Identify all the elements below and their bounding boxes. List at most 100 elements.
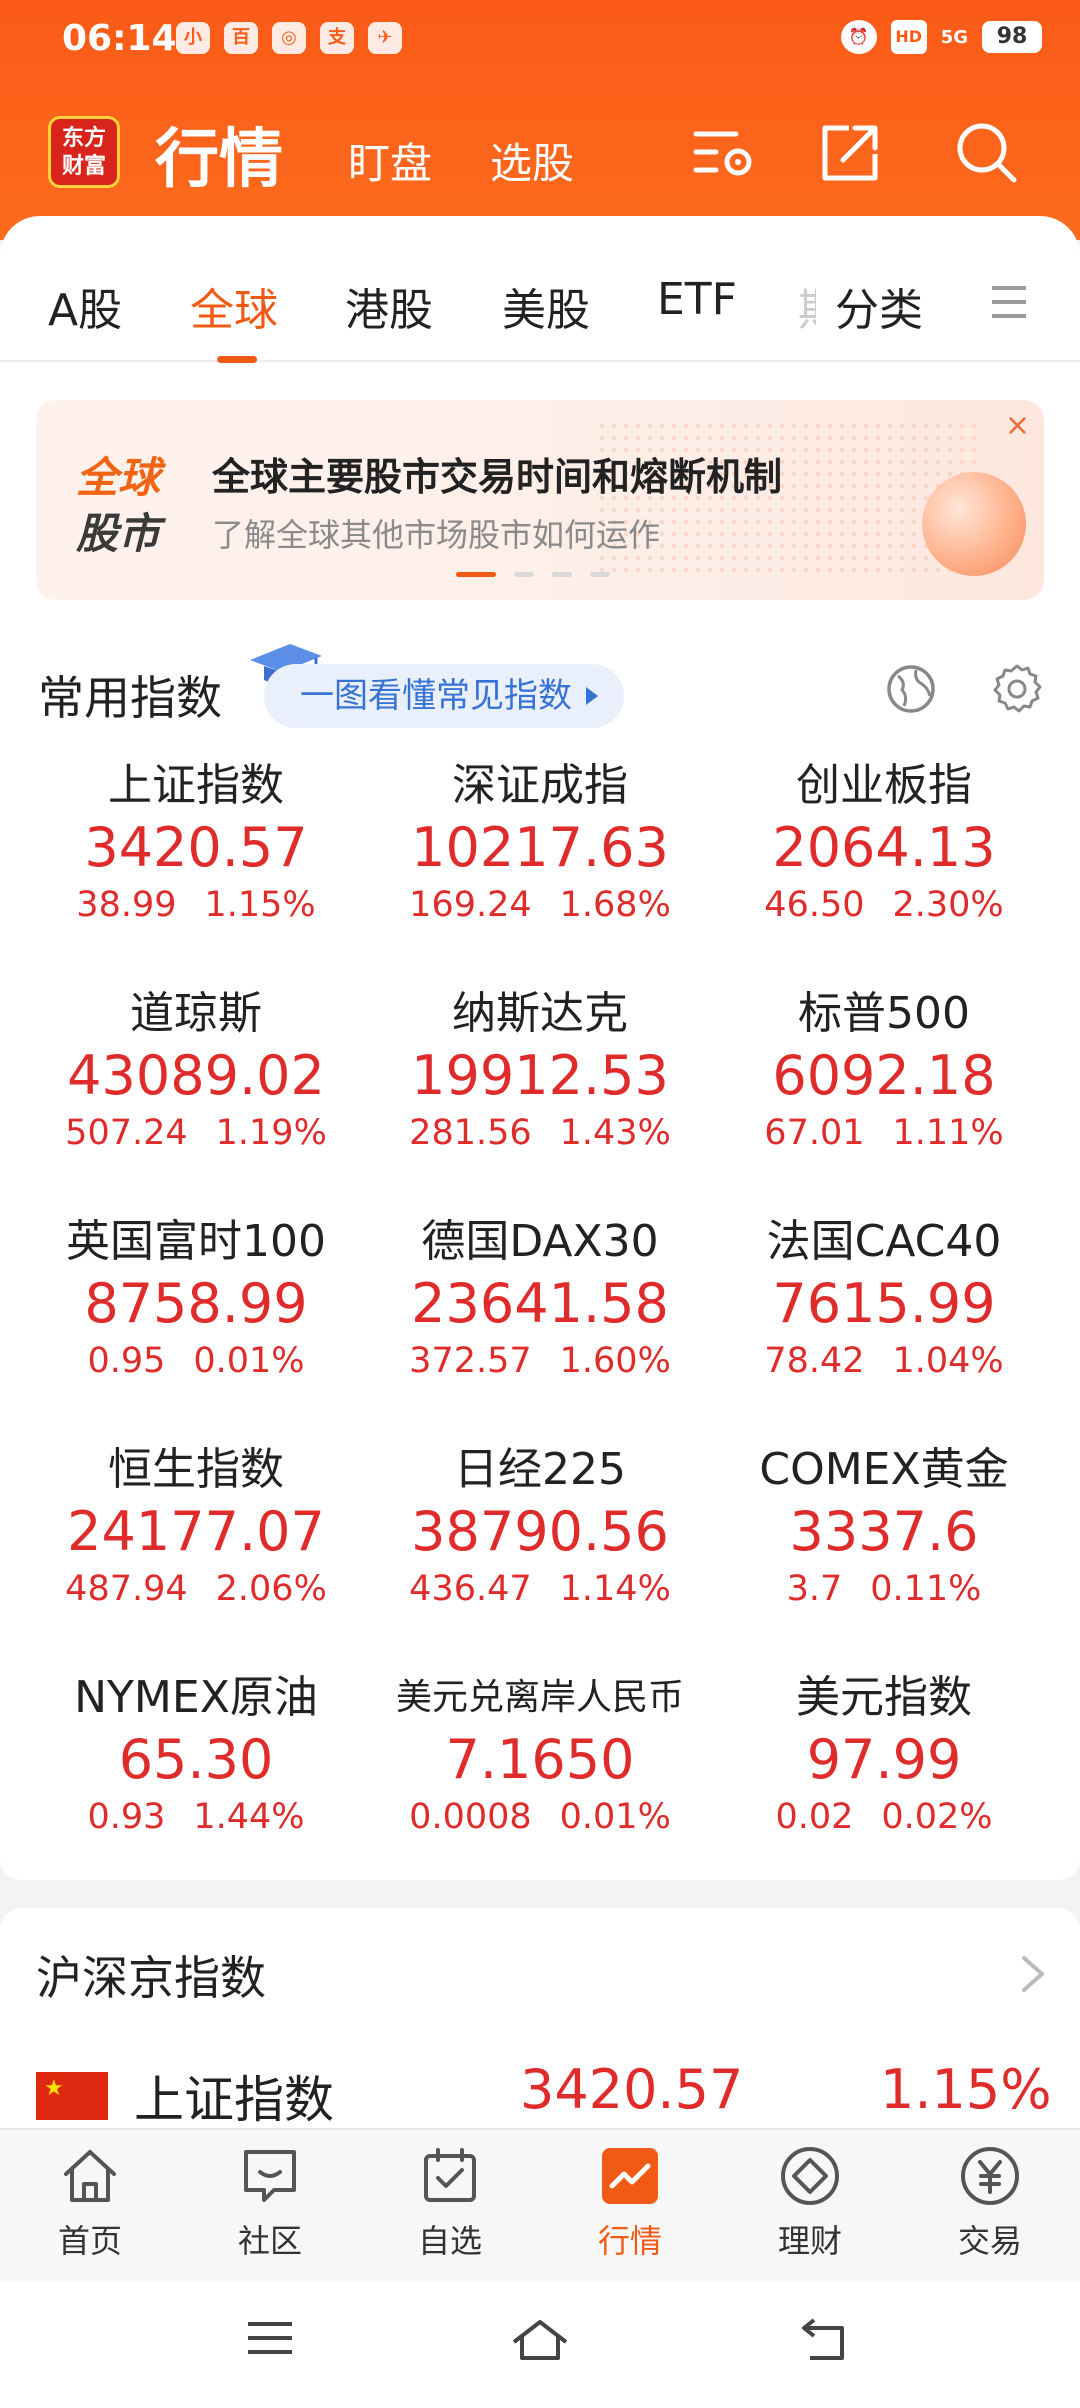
nav-market[interactable]: 行情 [540,2144,720,2274]
index-change-pct: 1.14% [559,1569,671,1609]
alarm-icon: ⏰ [840,20,877,54]
nav-watchlist[interactable]: 自选 [360,2144,540,2274]
play-arrow-icon [586,687,598,705]
header-background: 06:14 小 百 ◎ 支 ✈ ⏰ HD 5G 98 东方 财富 行情 盯盘 选股 [0,0,1080,240]
index-change-pct: 1.19% [215,1113,327,1153]
index-change-pct: 0.11% [870,1569,982,1609]
settings-list-icon[interactable] [690,118,760,188]
pagination-dot [514,572,534,577]
index-change-pct: 1.44% [193,1797,305,1837]
nav-link-watch[interactable]: 盯盘 [348,130,432,191]
settings-gear-icon[interactable] [990,662,1044,716]
index-change: 0.95 [87,1341,166,1381]
index-card-nikkei225[interactable]: 日经225 38790.56 436.47 1.14% [360,1440,720,1640]
nav-community[interactable]: 社区 [180,2144,360,2274]
index-card-szse[interactable]: 深证成指 10217.63 169.24 1.68% [360,756,720,956]
wealth-diamond-icon [781,2147,839,2205]
section-title-hsj[interactable]: 沪深京指数 [36,1942,266,2008]
index-card-usdcnh[interactable]: 美元兑离岸人民币 7.1650 0.0008 0.01% [360,1668,720,1868]
nav-wealth[interactable]: 理财 [720,2144,900,2274]
tab-us-shares[interactable]: 美股 [502,274,590,338]
globe-icon[interactable] [884,662,938,716]
hsj-row-name[interactable]: 上证指数 [134,2060,334,2132]
menu-icon[interactable] [246,2318,294,2358]
tab-a-shares[interactable]: A股 [48,274,122,338]
index-change: 0.93 [87,1797,166,1837]
watchlist-icon [424,2148,476,2202]
banner-label-top: 全球 [76,453,161,502]
index-card-chinext[interactable]: 创业板指 2064.13 46.50 2.30% [704,756,1064,956]
home-gesture-icon[interactable] [510,2318,570,2362]
send-notification-icon: ✈ [368,22,402,54]
notification-icons: 小 百 ◎ 支 ✈ [176,22,402,54]
pagination-dot-active [456,572,496,577]
index-price: 8758.99 [84,1272,308,1335]
banner-title: 全球主要股市交易时间和熔断机制 [212,455,783,499]
index-card-hsi[interactable]: 恒生指数 24177.07 487.94 2.06% [16,1440,376,1640]
active-tab-indicator [217,356,257,363]
banner-close-button[interactable]: × [1005,408,1030,443]
market-chart-icon [602,2148,658,2204]
index-card-sse[interactable]: 上证指数 3420.57 38.99 1.15% [16,756,376,956]
index-card-ftse100[interactable]: 英国富时100 8758.99 0.95 0.01% [16,1212,376,1412]
hsj-indices-section: 沪深京指数 ★ 上证指数 3420.57 1.15% [0,1908,1080,2134]
index-change: 436.47 [409,1569,532,1609]
share-icon[interactable] [815,118,885,188]
nav-trade[interactable]: 交易 [900,2144,1080,2274]
index-change-pct: 0.01% [193,1341,305,1381]
nav-link-select-stocks[interactable]: 选股 [490,130,574,191]
tab-category[interactable]: 分类 [835,274,923,338]
index-name: 美元兑离岸人民币 [395,1677,684,1718]
index-change-pct: 1.11% [892,1113,1004,1153]
index-change: 487.94 [65,1569,188,1609]
tab-etf[interactable]: ETF [657,274,737,325]
promo-banner[interactable]: 全球 股市 全球主要股市交易时间和熔断机制 了解全球其他市场股市如何运作 × [36,400,1044,600]
hd-icon: HD [890,20,927,54]
index-change-pct: 2.06% [215,1569,327,1609]
index-card-sp500[interactable]: 标普500 6092.18 67.01 1.11% [704,984,1064,1184]
index-name: 法国CAC40 [766,1216,1002,1267]
index-card-nasdaq[interactable]: 纳斯达克 19912.53 281.56 1.43% [360,984,720,1184]
app-logo[interactable]: 东方 财富 [48,116,120,188]
banner-pagination [456,572,610,577]
chevron-right-icon[interactable] [1020,1954,1046,1994]
index-card-comex-gold[interactable]: COMEX黄金 3337.6 3.7 0.11% [704,1440,1064,1640]
baidu-notification-icon: 百 [224,22,258,54]
index-card-dax30[interactable]: 德国DAX30 23641.58 372.57 1.60% [360,1212,720,1412]
index-price: 7615.99 [772,1272,996,1335]
tab-global[interactable]: 全球 [190,274,278,338]
index-change-pct: 2.30% [892,885,1004,925]
index-card-dow[interactable]: 道琼斯 43089.02 507.24 1.19% [16,984,376,1184]
search-icon[interactable] [952,118,1022,188]
learn-indices-button[interactable]: 一图看懂常见指数 [264,664,624,728]
main-panel: A股 全球 港股 美股 ETF 期 分类 全球 股市 全球主要股市交易时间和熔断… [0,216,1080,1880]
index-price: 3420.57 [84,816,308,879]
nav-home[interactable]: 首页 [0,2144,180,2274]
top-navbar: 东方 财富 行情 盯盘 选股 [0,100,1080,210]
index-card-cac40[interactable]: 法国CAC40 7615.99 78.42 1.04% [704,1212,1064,1412]
pagination-dot [552,572,572,577]
back-icon[interactable] [796,2318,848,2362]
battery-indicator: 98 [982,21,1042,53]
index-price: 38790.56 [411,1500,669,1563]
app-notification-icon: 小 [176,22,210,54]
nav-home-label: 首页 [57,2222,122,2260]
index-card-nymex-oil[interactable]: NYMEX原油 65.30 0.93 1.44% [16,1668,376,1868]
home-icon [64,2150,116,2202]
tab-hk-shares[interactable]: 港股 [345,274,433,338]
index-name: 创业板指 [796,760,972,811]
page-title: 行情 [155,123,283,197]
tab-menu-icon[interactable] [990,284,1028,320]
index-change-pct: 0.02% [881,1797,993,1837]
index-price: 24177.07 [67,1500,325,1563]
nav-trade-label: 交易 [957,2222,1022,2260]
index-card-dxy[interactable]: 美元指数 97.99 0.02 0.02% [704,1668,1064,1868]
index-change-pct: 1.04% [892,1341,1004,1381]
tab-futures[interactable]: 期 [798,274,816,338]
index-name: 道琼斯 [130,988,262,1039]
hsj-row-pct: 1.15% [880,2058,1052,2121]
status-time: 06:14 [62,18,177,59]
learn-indices-label: 一图看懂常见指数 [300,676,572,716]
index-change: 38.99 [76,885,177,925]
nav-market-label: 行情 [597,2222,662,2260]
